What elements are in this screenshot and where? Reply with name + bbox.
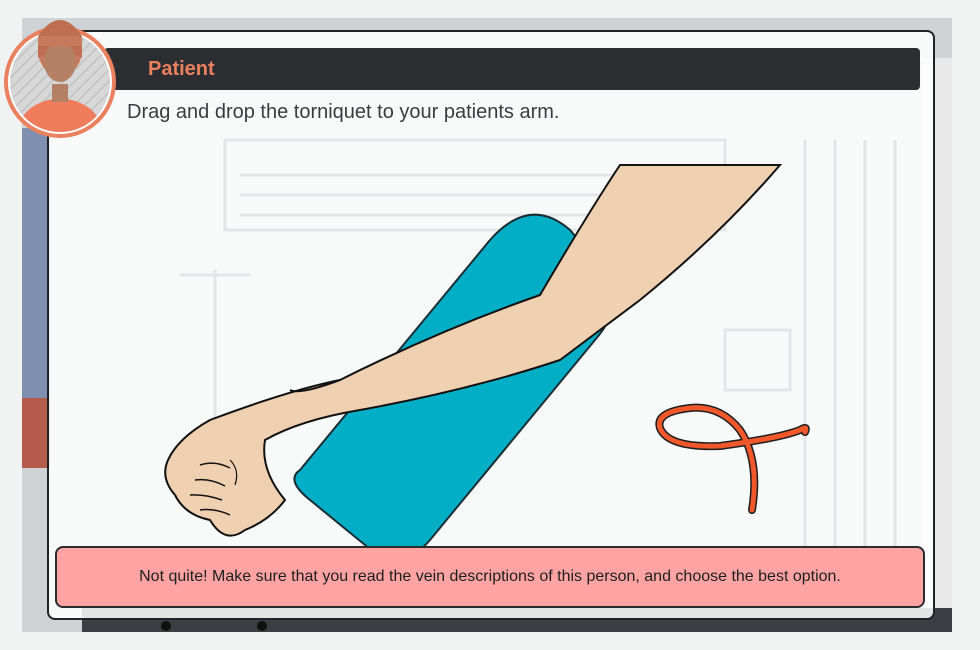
patient-avatar-icon xyxy=(2,6,120,144)
speaker-title-bar: Patient xyxy=(104,48,920,90)
instruction-text: Drag and drop the torniquet to your pati… xyxy=(127,101,560,123)
speaker-name: Patient xyxy=(148,58,215,80)
feedback-banner: Not quite! Make sure that you read the v… xyxy=(55,546,925,608)
feedback-message: Not quite! Make sure that you read the v… xyxy=(139,568,841,585)
